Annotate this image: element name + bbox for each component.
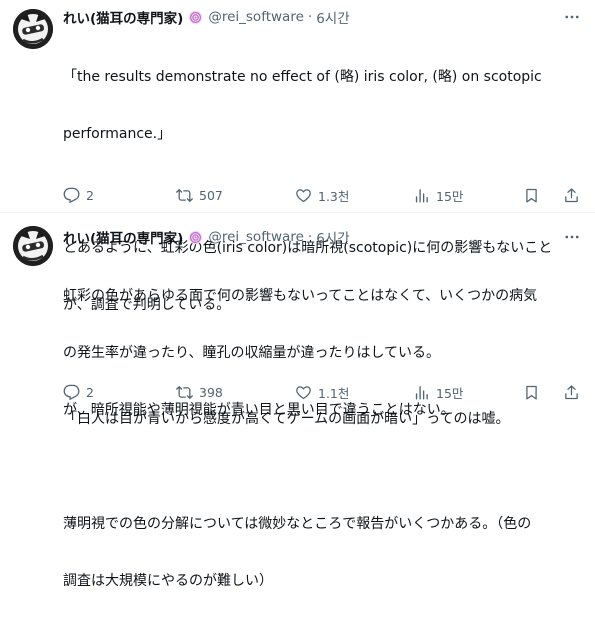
action-bar: 2 398 1.1천 15만 bbox=[63, 380, 583, 404]
tweet[interactable]: れい(猫耳の専門家) @rei_software · 6시간 「the resu… bbox=[0, 0, 595, 427]
bookmark-icon bbox=[526, 385, 537, 400]
text-line: performance.」 bbox=[63, 126, 172, 142]
views-button[interactable]: 15만 bbox=[413, 380, 463, 404]
view-count: 15만 bbox=[436, 188, 464, 204]
handle[interactable]: @rei_software bbox=[208, 9, 304, 25]
tweet[interactable]: れい(猫耳の専門家) @rei_software · 6시간 虹彩の色があらゆる… bbox=[0, 213, 595, 589]
timestamp[interactable]: 6시간 bbox=[316, 227, 349, 247]
text-line: の発生率が違ったり、瞳孔の収縮量が違ったりはしている。 bbox=[63, 345, 441, 361]
avatar[interactable] bbox=[13, 226, 53, 266]
handle[interactable]: @rei_software bbox=[208, 229, 304, 245]
tweet-header: れい(猫耳の専門家) @rei_software · 6시간 bbox=[63, 227, 350, 247]
repost-count: 507 bbox=[199, 187, 223, 203]
more-icon[interactable] bbox=[561, 7, 583, 27]
share-icon bbox=[565, 384, 578, 399]
repost-count: 398 bbox=[199, 384, 223, 400]
separator-dot: · bbox=[307, 9, 313, 25]
like-button[interactable]: 1.1천 bbox=[295, 380, 349, 404]
reply-button[interactable]: 2 bbox=[63, 183, 94, 207]
text-line: 「the results demonstrate no effect of (略… bbox=[63, 69, 542, 85]
tweet-header: れい(猫耳の専門家) @rei_software · 6시간 bbox=[63, 7, 350, 27]
bookmark-button[interactable] bbox=[523, 183, 540, 207]
like-icon bbox=[296, 188, 311, 202]
timestamp[interactable]: 6시간 bbox=[316, 7, 349, 27]
action-bar: 2 507 1.3천 15만 bbox=[63, 183, 583, 207]
views-icon bbox=[415, 385, 428, 400]
repost-icon bbox=[176, 385, 193, 399]
avatar[interactable] bbox=[13, 9, 53, 49]
separator-dot: · bbox=[307, 229, 313, 245]
text-line: 調査は大規模にやるのが難しい） bbox=[63, 573, 273, 589]
repost-button[interactable]: 507 bbox=[176, 183, 223, 207]
spiral-badge-icon bbox=[188, 10, 203, 25]
share-button[interactable] bbox=[563, 183, 580, 207]
spiral-badge-icon bbox=[188, 230, 203, 245]
text-line: 薄明視での色の分解については微妙なところで報告がいくつかある。（色の bbox=[63, 516, 532, 532]
view-count: 15만 bbox=[436, 385, 464, 401]
text-line: 虹彩の色があらゆる面で何の影響もないってことはなくて、いくつかの病気 bbox=[63, 288, 538, 304]
share-button[interactable] bbox=[563, 380, 580, 404]
views-icon bbox=[415, 188, 428, 203]
like-count: 1.1천 bbox=[318, 385, 350, 401]
display-name[interactable]: れい(猫耳の専門家) bbox=[63, 7, 183, 27]
more-icon[interactable] bbox=[561, 227, 583, 247]
repost-button[interactable]: 398 bbox=[176, 380, 223, 404]
bookmark-icon bbox=[526, 188, 537, 203]
like-count: 1.3천 bbox=[318, 188, 350, 204]
repost-icon bbox=[176, 188, 193, 202]
reply-icon bbox=[63, 187, 80, 203]
reply-count: 2 bbox=[86, 384, 94, 400]
reply-icon bbox=[63, 384, 80, 400]
reply-button[interactable]: 2 bbox=[63, 380, 94, 404]
reply-count: 2 bbox=[86, 187, 94, 203]
tweet-text: 虹彩の色があらゆる面で何の影響もないってことはなくて、いくつかの病気 の発生率が… bbox=[63, 249, 585, 629]
share-icon bbox=[565, 187, 578, 202]
timeline: れい(猫耳の専門家) @rei_software · 6시간 「the resu… bbox=[0, 0, 595, 589]
display-name[interactable]: れい(猫耳の専門家) bbox=[63, 227, 183, 247]
like-icon bbox=[296, 385, 311, 399]
views-button[interactable]: 15만 bbox=[413, 183, 463, 207]
bookmark-button[interactable] bbox=[523, 380, 540, 404]
like-button[interactable]: 1.3천 bbox=[295, 183, 349, 207]
